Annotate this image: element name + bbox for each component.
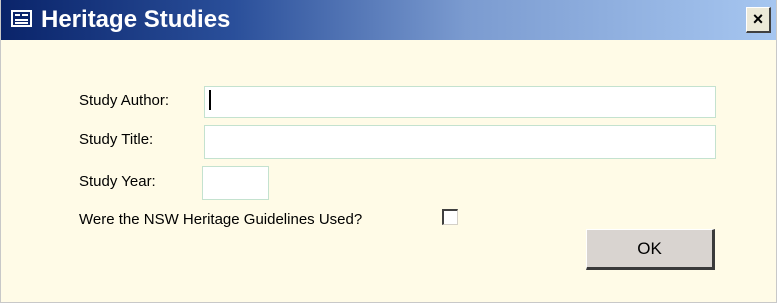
study-author-field[interactable] bbox=[204, 86, 716, 118]
window-title: Heritage Studies bbox=[41, 6, 231, 33]
guidelines-checkbox[interactable] bbox=[442, 209, 458, 225]
ok-button[interactable]: OK bbox=[586, 229, 715, 270]
study-title-label: Study Title: bbox=[79, 131, 154, 148]
study-author-label: Study Author: bbox=[79, 92, 170, 109]
heritage-studies-dialog: Heritage Studies × Study Author: Study T… bbox=[0, 0, 777, 303]
close-button[interactable]: × bbox=[746, 7, 771, 33]
study-title-field[interactable] bbox=[204, 125, 716, 159]
title-bar[interactable]: Heritage Studies × bbox=[1, 0, 776, 40]
text-cursor bbox=[209, 90, 211, 110]
study-year-field[interactable] bbox=[202, 166, 269, 200]
guidelines-label: Were the NSW Heritage Guidelines Used? bbox=[79, 211, 363, 228]
study-year-label: Study Year: bbox=[79, 173, 156, 190]
ok-button-label: OK bbox=[637, 238, 662, 258]
form-icon bbox=[11, 10, 32, 27]
close-icon: × bbox=[752, 9, 764, 29]
